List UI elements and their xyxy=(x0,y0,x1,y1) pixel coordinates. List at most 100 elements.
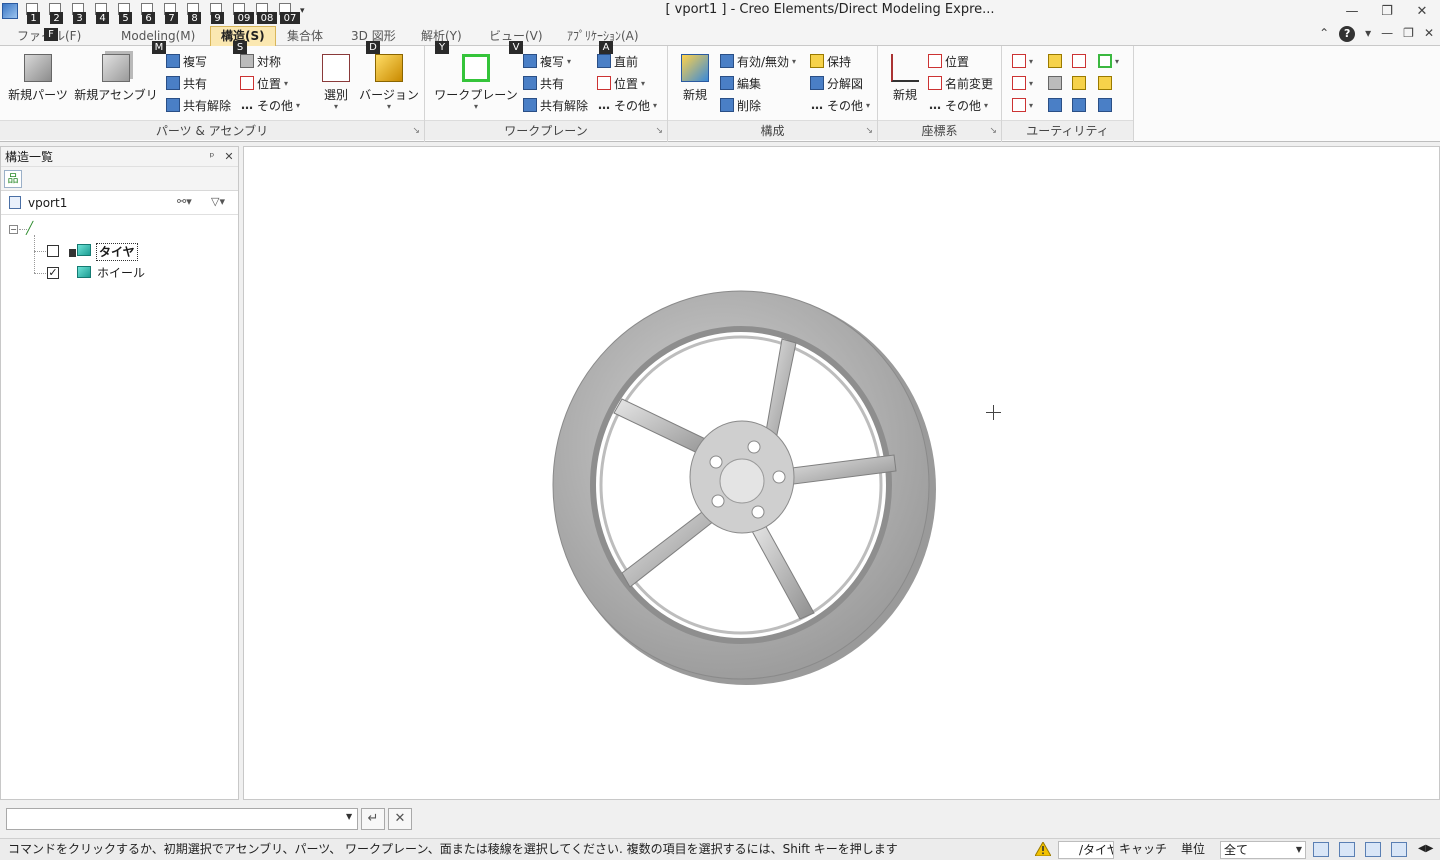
select-button[interactable]: 選別 ▾ xyxy=(318,54,354,111)
restore-button[interactable]: ❐ xyxy=(1375,3,1399,21)
utility-search-button[interactable] xyxy=(1072,95,1086,115)
viewport-selector[interactable]: vport1 ⚯▾ ▽▾ xyxy=(1,191,238,215)
wp-position-button[interactable]: 位置 ▾ xyxy=(597,73,645,93)
parts-position-button[interactable]: 位置 ▾ xyxy=(240,73,288,93)
rename-icon xyxy=(928,76,942,90)
coords-rename-button[interactable]: 名前変更 xyxy=(928,73,993,93)
utility-transform-button[interactable] xyxy=(1048,95,1062,115)
config-exploded-button[interactable]: 分解図 xyxy=(810,73,863,93)
mdi-close-icon[interactable]: ✕ xyxy=(1424,26,1434,42)
utility-pointer-button[interactable] xyxy=(1048,51,1062,71)
expand-view-icon[interactable] xyxy=(1391,842,1407,857)
wp-unshare-button[interactable]: 共有解除 xyxy=(523,95,588,115)
utility-frame-button[interactable]: ▾ xyxy=(1098,51,1119,71)
ribbon: 新規パーツ 新規アセンブリ 複写 共有 共有解除 対称 位置 ▾ … その他 ▾ 選別… xyxy=(0,46,1440,142)
qat-fit-icon[interactable]: 9 xyxy=(208,2,227,25)
mdi-restore-icon[interactable]: ❐ xyxy=(1403,26,1414,42)
command-input[interactable] xyxy=(6,808,358,830)
config-edit-button[interactable]: 編集 xyxy=(720,73,761,93)
qat-new-icon[interactable]: 1 xyxy=(24,2,43,25)
binoculars-icon[interactable]: ⚯▾ xyxy=(177,195,192,208)
help-dropdown-icon[interactable]: ▾ xyxy=(1365,26,1371,42)
config-keep-button[interactable]: 保持 xyxy=(810,51,851,71)
mdi-minimize-icon[interactable]: — xyxy=(1381,26,1393,42)
wheel-model[interactable] xyxy=(244,147,1440,801)
units-select[interactable]: 全て ▼ xyxy=(1220,841,1306,859)
visibility-checkbox[interactable]: ✓ xyxy=(47,267,59,279)
close-button[interactable]: ✕ xyxy=(1410,3,1434,21)
command-history-dropdown-icon[interactable]: ▼ xyxy=(346,812,352,821)
qat-open-icon[interactable]: 2 xyxy=(47,2,66,25)
version-button[interactable]: バージョン ▾ xyxy=(356,54,422,111)
chevron-down-icon: ▾ xyxy=(284,78,289,88)
utility-tool-button[interactable] xyxy=(1072,51,1086,71)
help-icon[interactable]: ? xyxy=(1339,26,1356,42)
qat-undo-icon[interactable]: 5 xyxy=(116,2,135,25)
workplane-button[interactable]: ワークプレーン ▾ xyxy=(431,54,521,111)
wp-share-button[interactable]: 共有 xyxy=(523,73,564,93)
qat-customize-icon[interactable]: ▾ xyxy=(300,2,310,24)
zoom-fit-icon[interactable] xyxy=(1339,842,1355,857)
utility-table-button[interactable] xyxy=(1098,95,1112,115)
utility-inspect-button[interactable] xyxy=(1048,73,1062,93)
section-icon xyxy=(1012,98,1026,112)
qat-macro2-icon[interactable]: 08 xyxy=(254,2,277,25)
dialog-launcher-icon[interactable]: ↘ xyxy=(865,126,873,136)
command-cancel-button[interactable]: ✕ xyxy=(388,808,412,830)
qat-redo-icon[interactable]: 6 xyxy=(139,2,158,25)
dialog-launcher-icon[interactable]: ↘ xyxy=(412,126,420,136)
utility-measure-button[interactable]: ▾ xyxy=(1012,51,1033,71)
filter-icon[interactable]: ▽▾ xyxy=(211,195,225,208)
chevron-down-icon: ▾ xyxy=(386,102,391,111)
parts-unshare-button[interactable]: 共有解除 xyxy=(166,95,231,115)
qat-print-icon[interactable]: 7 xyxy=(162,2,181,25)
qat-macro1-icon[interactable]: 09 xyxy=(231,2,254,25)
exploded-view-icon xyxy=(810,76,824,90)
qat-saveas-icon[interactable]: 4 xyxy=(93,2,112,25)
warning-icon[interactable] xyxy=(1035,842,1051,856)
collapse-ribbon-icon[interactable]: ⌃ xyxy=(1319,26,1329,42)
tree-view-icon[interactable]: 品 xyxy=(4,170,22,188)
config-toggle-button[interactable]: 有効/無効 ▾ xyxy=(720,51,796,71)
command-enter-button[interactable]: ↵ xyxy=(361,808,385,830)
config-new-button[interactable]: 新規 xyxy=(676,54,714,103)
dialog-launcher-icon[interactable]: ↘ xyxy=(655,126,663,136)
qat-view-icon[interactable]: 8 xyxy=(185,2,204,25)
catch-label[interactable]: キャッチ xyxy=(1119,839,1167,859)
coords-new-button[interactable]: 新規 xyxy=(886,54,924,103)
parts-other-button[interactable]: … その他 ▾ xyxy=(240,95,300,115)
scroll-arrows-icon[interactable]: ◀▶ xyxy=(1418,839,1433,859)
pin-icon[interactable]: ᵖ xyxy=(205,147,219,167)
new-assembly-button[interactable]: 新規アセンブリ xyxy=(72,54,160,103)
parts-share-button[interactable]: 共有 xyxy=(166,73,207,93)
dimension-icon xyxy=(1012,76,1026,90)
coords-position-button[interactable]: 位置 xyxy=(928,51,969,71)
qat-save-icon[interactable]: 3 xyxy=(70,2,89,25)
utility-section-button[interactable]: ▾ xyxy=(1012,95,1033,115)
config-other-button[interactable]: … その他 ▾ xyxy=(810,95,870,115)
collapse-icon[interactable]: − xyxy=(9,225,18,234)
parts-copy-button[interactable]: 複写 xyxy=(166,51,207,71)
dialog-launcher-icon[interactable]: ↘ xyxy=(989,126,997,136)
viewport-layout-icon[interactable] xyxy=(1313,842,1329,857)
previous-view-icon[interactable] xyxy=(1365,842,1381,857)
wp-other-button[interactable]: … その他 ▾ xyxy=(597,95,657,115)
tab-assembly[interactable]: 集合体 xyxy=(276,26,334,46)
panel-close-icon[interactable]: ✕ xyxy=(222,147,236,167)
config-delete-button[interactable]: 削除 xyxy=(720,95,761,115)
utility-dimension-button[interactable]: ▾ xyxy=(1012,73,1033,93)
wp-direct-button[interactable]: 直前 xyxy=(597,51,638,71)
3d-viewport[interactable] xyxy=(243,146,1440,800)
parts-symmetry-button[interactable]: 対称 xyxy=(240,51,281,71)
transform-icon xyxy=(1048,98,1062,112)
app-icon[interactable] xyxy=(2,3,18,19)
wp-copy-button[interactable]: 複写 ▾ xyxy=(523,51,571,71)
minimize-button[interactable]: — xyxy=(1340,3,1364,21)
visibility-checkbox[interactable] xyxy=(47,245,59,257)
new-part-button[interactable]: 新規パーツ xyxy=(6,54,70,103)
coords-other-button[interactable]: … その他 ▾ xyxy=(928,95,988,115)
utility-render-button[interactable] xyxy=(1098,73,1112,93)
qat-macro3-icon[interactable]: 07 xyxy=(277,2,300,25)
utility-mass-button[interactable] xyxy=(1072,73,1086,93)
ribbon-right-controls: ⌃ ? ▾ — ❐ ✕ xyxy=(1319,26,1434,42)
